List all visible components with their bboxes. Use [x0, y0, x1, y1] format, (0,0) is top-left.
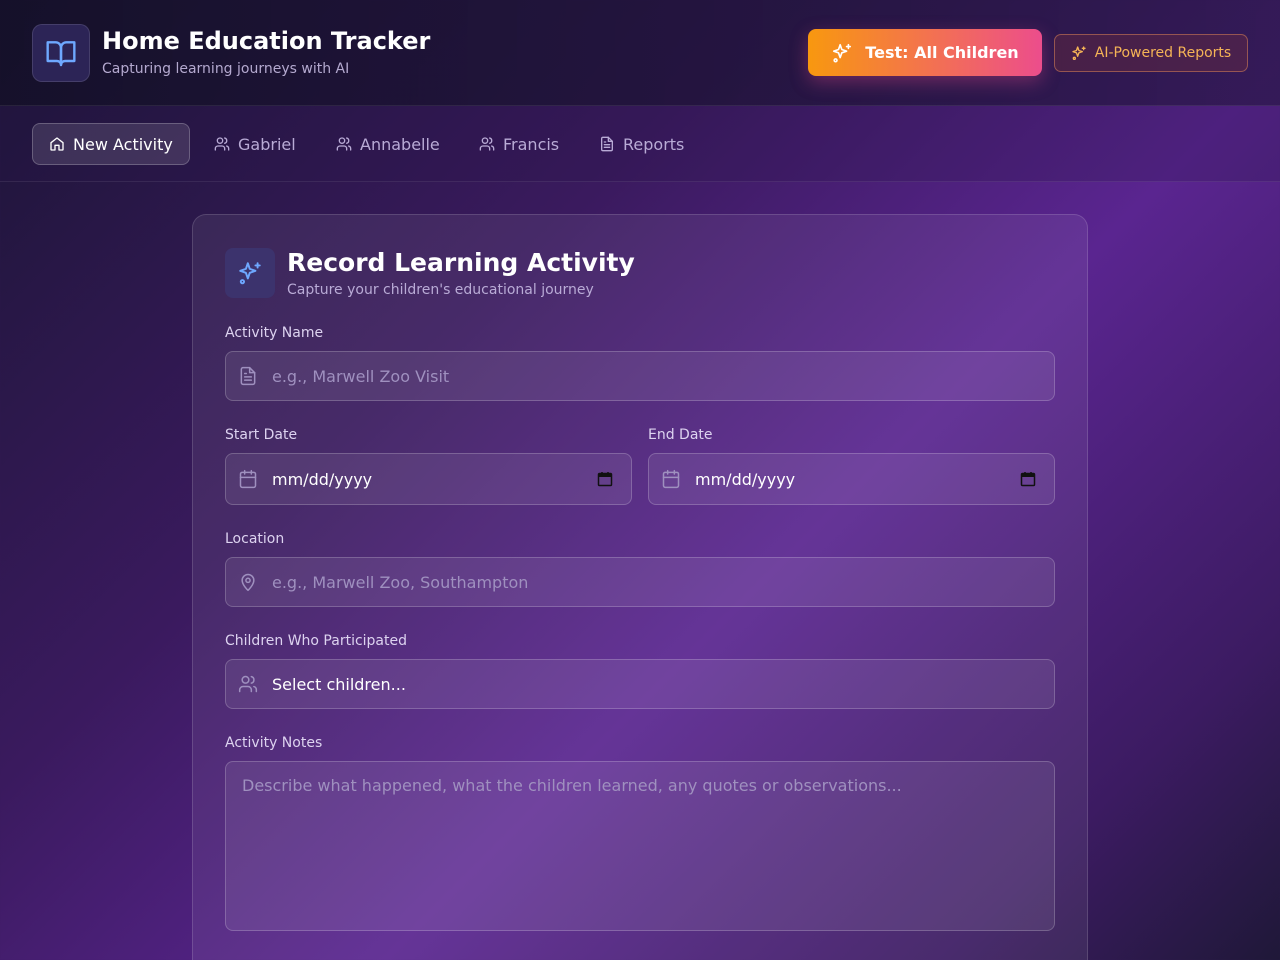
date-picker-icon[interactable]: [597, 471, 613, 487]
calendar-icon: [239, 469, 257, 489]
app-subtitle: Capturing learning journeys with AI: [102, 61, 350, 77]
end-date-value: mm/dd/yyyy: [695, 469, 796, 489]
file-text-icon: [240, 366, 256, 386]
ai-powered-reports-button[interactable]: AI-Powered Reports: [1054, 34, 1248, 72]
tab-new-activity[interactable]: New Activity: [32, 123, 190, 165]
map-pin-icon: [241, 573, 255, 592]
logo: [32, 24, 90, 82]
test-all-children-button[interactable]: Test: All Children: [808, 29, 1042, 76]
start-date-label: Start Date: [225, 427, 298, 443]
tab-navigation: New Activity Gabriel Annabelle Francis R…: [0, 106, 1280, 182]
start-date-input[interactable]: mm/dd/yyyy: [225, 453, 632, 505]
children-select-value: Select children...: [272, 674, 406, 694]
ai-powered-reports-label: AI-Powered Reports: [1094, 45, 1232, 61]
app-title: Home Education Tracker: [102, 27, 431, 55]
activity-name-label: Activity Name: [225, 325, 324, 341]
activity-notes-textarea[interactable]: Describe what happened, what the childre…: [225, 761, 1055, 931]
card-icon: [225, 248, 275, 298]
file-text-icon: [601, 136, 613, 152]
children-select[interactable]: Select children...: [225, 659, 1055, 709]
form-title: Record Learning Activity: [287, 248, 635, 277]
date-picker-icon[interactable]: [1020, 471, 1036, 487]
activity-name-placeholder: e.g., Marwell Zoo Visit: [272, 366, 450, 386]
tab-annabelle[interactable]: Annabelle: [336, 123, 440, 165]
end-date-label: End Date: [648, 427, 713, 443]
users-icon: [336, 137, 352, 151]
notes-placeholder: Describe what happened, what the childre…: [242, 776, 902, 795]
form-subtitle: Capture your children's educational jour…: [287, 282, 594, 298]
test-all-children-label: Test: All Children: [865, 43, 1019, 62]
activity-name-input[interactable]: e.g., Marwell Zoo Visit: [225, 351, 1055, 401]
users-icon: [238, 675, 258, 693]
sparkles-icon: [1072, 46, 1086, 60]
location-placeholder: e.g., Marwell Zoo, Southampton: [272, 572, 529, 592]
sparkles-icon: [239, 262, 261, 285]
end-date-input[interactable]: mm/dd/yyyy: [648, 453, 1055, 505]
book-open-icon: [46, 41, 76, 67]
tab-label: New Activity: [73, 134, 173, 154]
sparkles-icon: [833, 43, 852, 63]
tab-francis[interactable]: Francis: [479, 123, 559, 165]
start-date-value: mm/dd/yyyy: [272, 469, 373, 489]
calendar-icon: [662, 469, 680, 489]
activity-form-card: Record Learning Activity Capture your ch…: [192, 214, 1088, 960]
notes-label: Activity Notes: [225, 735, 323, 751]
users-icon: [214, 137, 230, 151]
tab-gabriel[interactable]: Gabriel: [214, 123, 296, 165]
location-label: Location: [225, 531, 285, 547]
tab-label: Francis: [503, 134, 560, 154]
tab-label: Gabriel: [238, 134, 296, 154]
users-icon: [479, 137, 495, 151]
app-header: Home Education Tracker Capturing learnin…: [0, 0, 1280, 106]
location-input[interactable]: e.g., Marwell Zoo, Southampton: [225, 557, 1055, 607]
children-label: Children Who Participated: [225, 633, 407, 649]
home-icon: [50, 137, 64, 151]
tab-label: Reports: [623, 134, 685, 154]
tab-label: Annabelle: [360, 134, 440, 154]
tab-reports[interactable]: Reports: [599, 123, 684, 165]
